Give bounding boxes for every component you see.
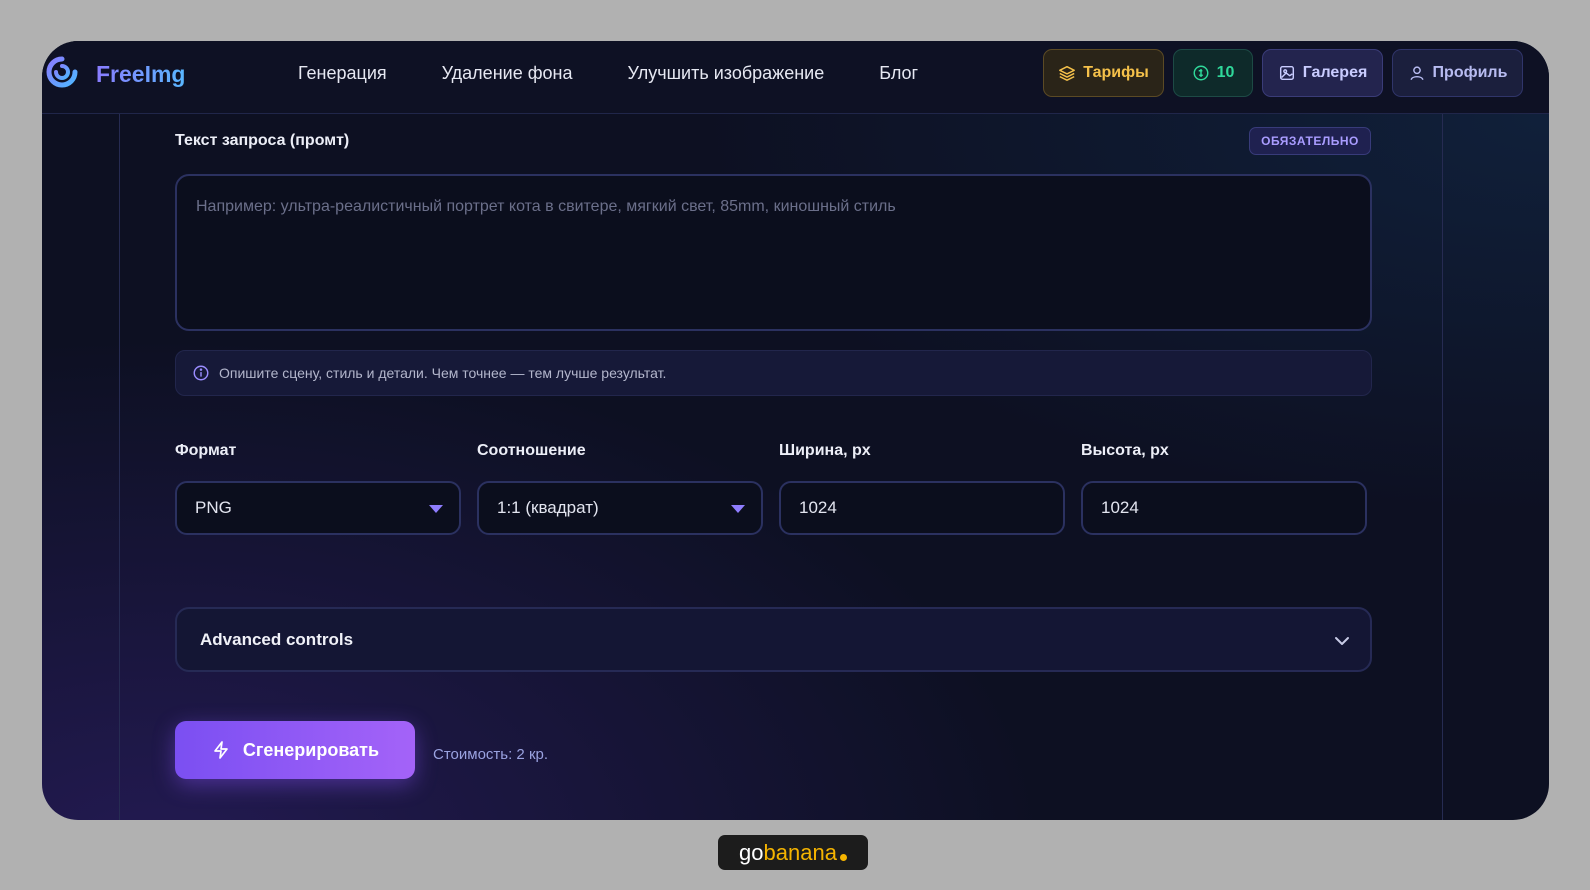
layers-icon xyxy=(1059,65,1076,81)
gallery-label: Галерея xyxy=(1302,64,1368,81)
prompt-textarea[interactable] xyxy=(175,174,1372,331)
credits-value: 10 xyxy=(1216,64,1235,81)
tariffs-label: Тарифы xyxy=(1083,64,1149,81)
generate-label: Сгенерировать xyxy=(242,739,380,760)
prompt-hint: Опишите сцену, стиль и детали. Чем точне… xyxy=(175,350,1372,396)
nav-background-removal[interactable]: Удаление фона xyxy=(442,63,573,84)
hint-text: Опишите сцену, стиль и детали. Чем точне… xyxy=(219,365,667,381)
info-icon xyxy=(193,365,209,381)
gobanana-watermark: go banana xyxy=(718,835,868,870)
nav-generation[interactable]: Генерация xyxy=(298,63,387,84)
dropdown-caret-icon xyxy=(731,505,745,513)
credits-button[interactable]: 10 xyxy=(1173,49,1253,97)
watermark-go: go xyxy=(739,839,764,865)
format-value: PNG xyxy=(195,498,232,517)
format-label: Формат xyxy=(175,442,237,459)
top-navbar: FreeImg Генерация Удаление фона Улучшить… xyxy=(42,41,1549,114)
advanced-controls-toggle[interactable]: Advanced controls xyxy=(175,607,1372,672)
nav-blog[interactable]: Блог xyxy=(879,63,918,84)
brand-name[interactable]: FreeImg xyxy=(96,61,185,88)
chevron-down-icon xyxy=(1335,637,1349,645)
generation-form: Текст запроса (промт) ОБЯЗАТЕЛЬНО Опишит… xyxy=(119,114,1443,820)
profile-button[interactable]: Профиль xyxy=(1392,49,1523,97)
height-input[interactable]: 1024 xyxy=(1081,481,1367,535)
watermark-banana: banana xyxy=(763,839,837,865)
ratio-value: 1:1 (квадрат) xyxy=(497,498,599,517)
tariffs-button[interactable]: Тарифы xyxy=(1043,49,1164,97)
lightning-icon xyxy=(214,741,228,759)
logo-icon[interactable] xyxy=(45,55,79,89)
user-icon xyxy=(1409,66,1424,81)
cost-text: Стоимость: 2 кр. xyxy=(433,746,549,763)
watermark-dot xyxy=(839,854,847,861)
coin-icon xyxy=(1193,65,1209,81)
ratio-label: Соотношение xyxy=(477,442,586,459)
width-value: 1024 xyxy=(799,498,837,517)
gallery-button[interactable]: Галерея xyxy=(1262,49,1383,97)
format-select[interactable]: PNG xyxy=(175,481,461,535)
generate-button[interactable]: Сгенерировать xyxy=(175,721,415,779)
width-input[interactable]: 1024 xyxy=(779,481,1065,535)
height-label: Высота, px xyxy=(1081,442,1169,459)
advanced-controls-label: Advanced controls xyxy=(200,629,354,649)
required-badge: ОБЯЗАТЕЛЬНО xyxy=(1249,127,1371,155)
main-nav: Генерация Удаление фона Улучшить изображ… xyxy=(298,63,918,84)
height-value: 1024 xyxy=(1101,498,1139,517)
app-window: FreeImg Генерация Удаление фона Улучшить… xyxy=(42,41,1549,820)
image-icon xyxy=(1279,65,1294,81)
ratio-select[interactable]: 1:1 (квадрат) xyxy=(477,481,763,535)
nav-enhance-image[interactable]: Улучшить изображение xyxy=(627,63,824,84)
prompt-label: Текст запроса (промт) xyxy=(175,132,350,149)
dropdown-caret-icon xyxy=(429,505,443,513)
profile-label: Профиль xyxy=(1432,64,1508,81)
width-label: Ширина, px xyxy=(779,442,871,459)
